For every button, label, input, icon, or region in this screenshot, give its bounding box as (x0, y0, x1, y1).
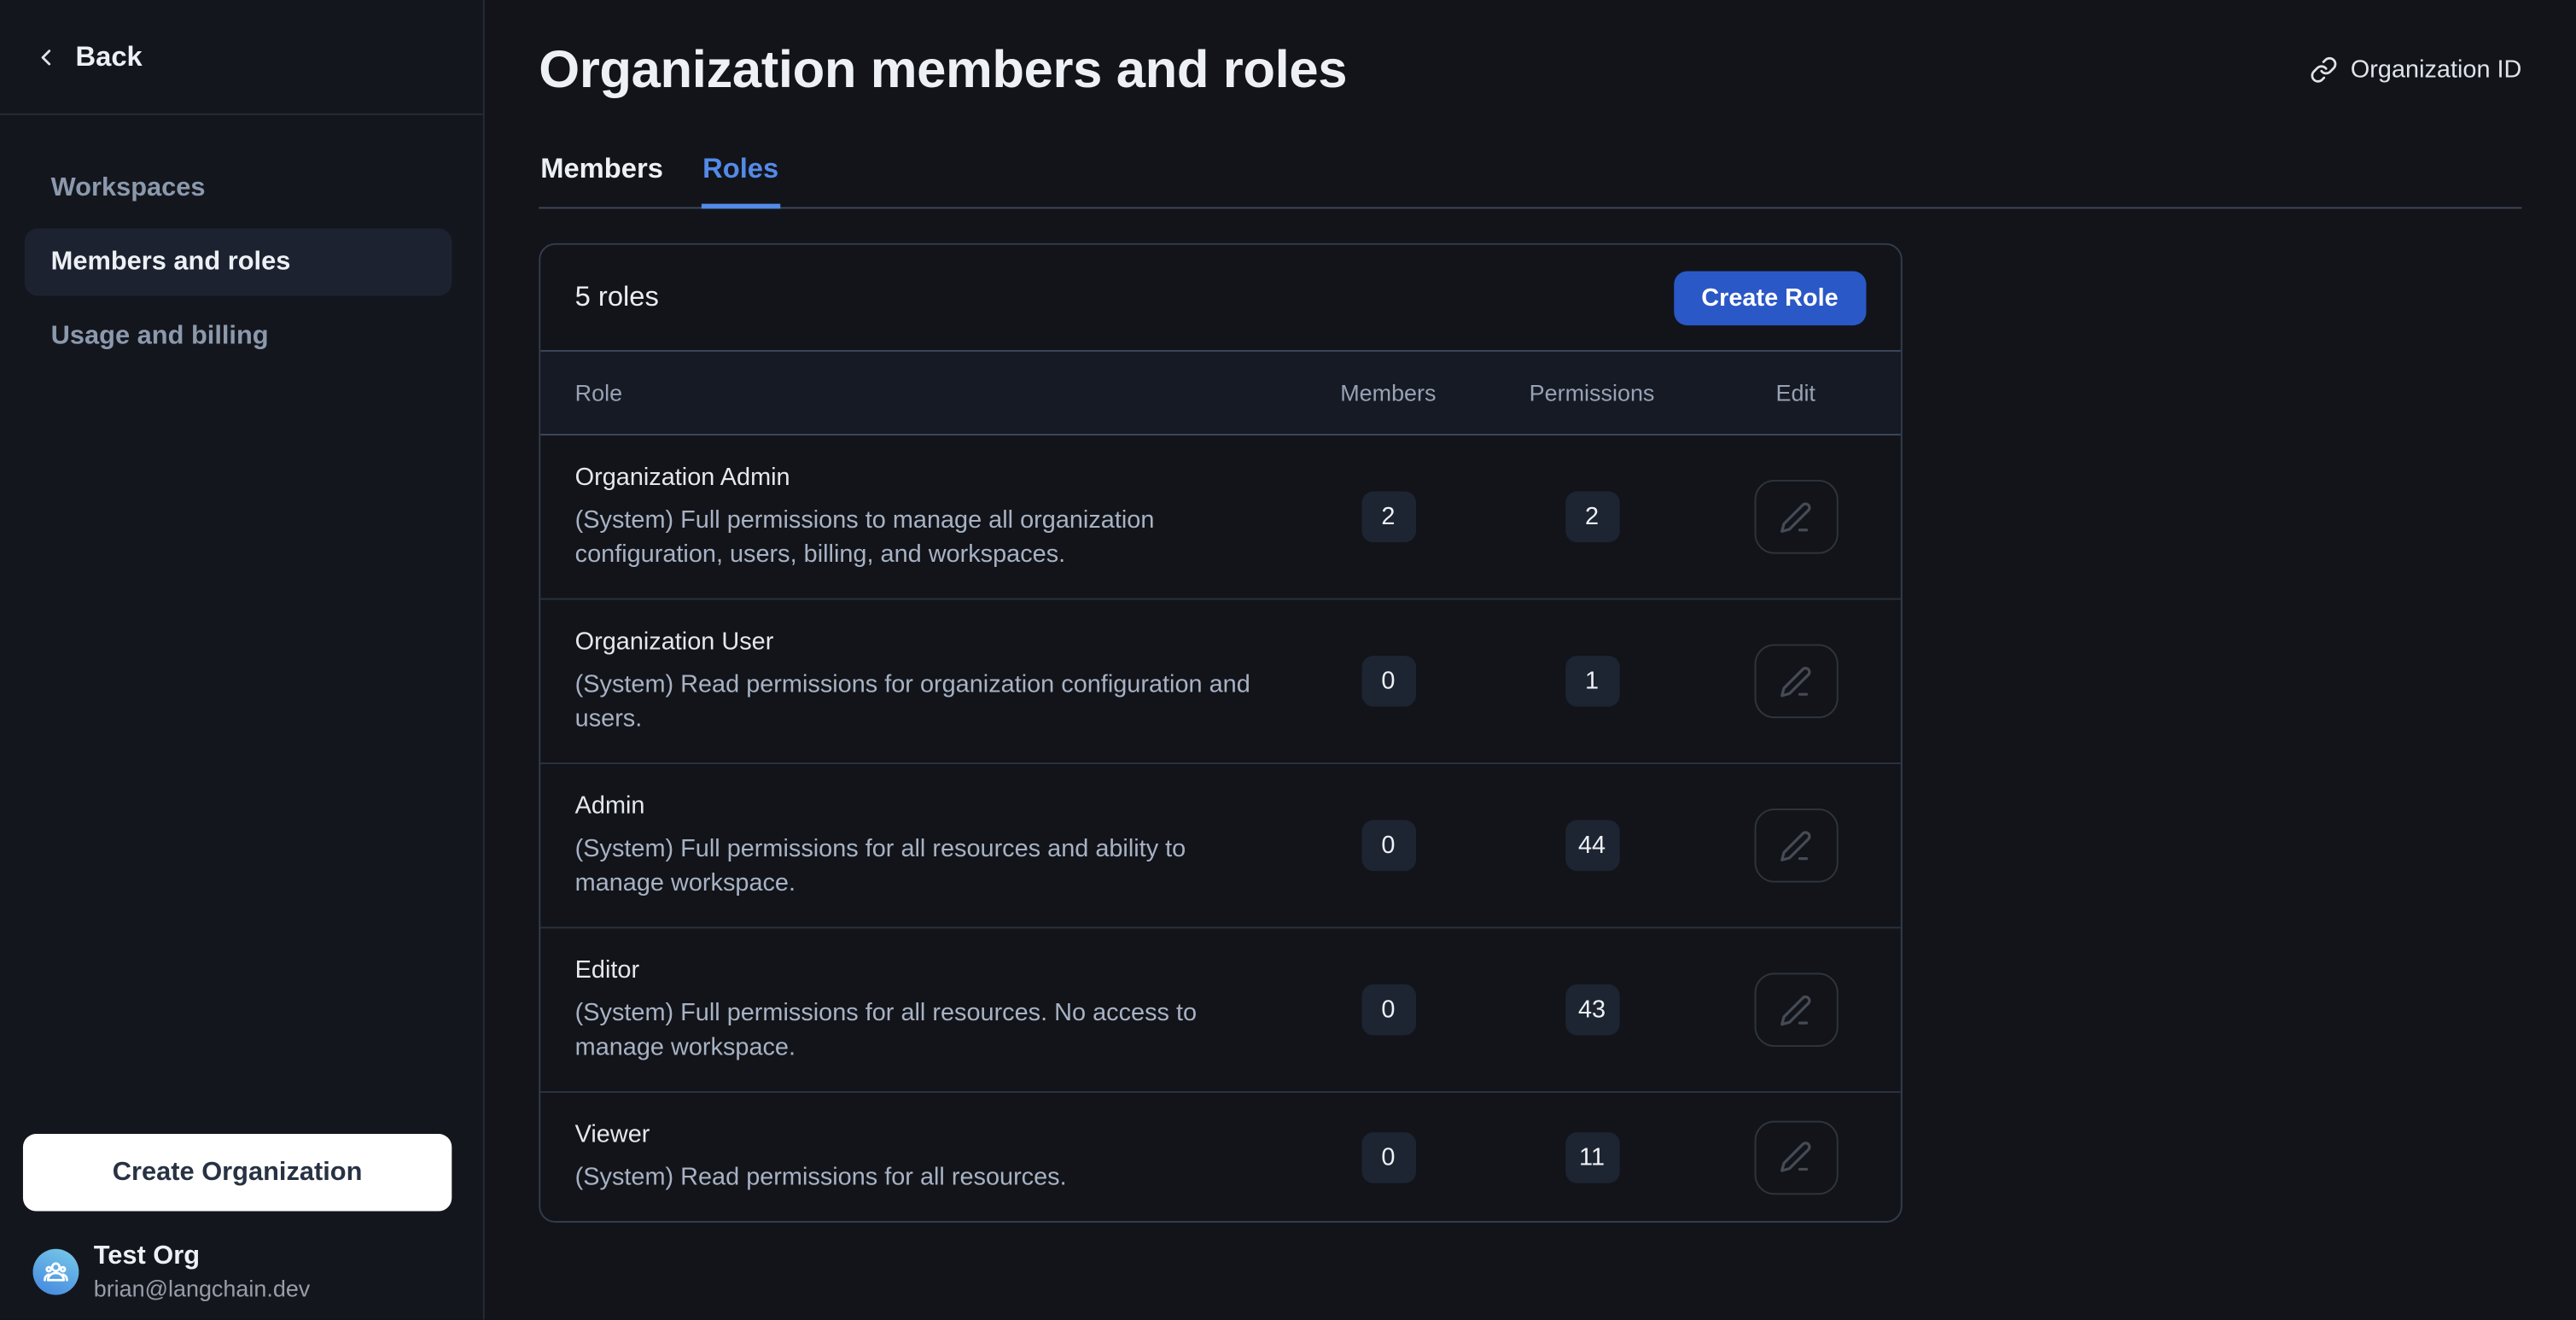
column-header-edit: Edit (1693, 380, 1897, 406)
edit-role-button[interactable] (1754, 809, 1838, 883)
people-group-icon (41, 1257, 71, 1287)
role-description: (System) Read permissions for all resour… (575, 1160, 1265, 1194)
role-description: (System) Full permissions for all resour… (575, 996, 1265, 1065)
org-email: brian@langchain.dev (94, 1274, 311, 1304)
organization-id-label: Organization ID (2351, 55, 2522, 84)
create-role-button[interactable]: Create Role (1674, 271, 1867, 325)
pencil-icon (1779, 665, 1811, 698)
back-button[interactable]: Back (0, 0, 483, 115)
sidebar: Back Workspaces Members and roles Usage … (0, 0, 485, 1320)
permissions-count-badge: 44 (1565, 820, 1619, 871)
sidebar-item-members-and-roles[interactable]: Members and roles (25, 229, 452, 296)
role-cell: Viewer (System) Read permissions for all… (540, 1119, 1286, 1195)
avatar (32, 1249, 79, 1295)
edit-role-button[interactable] (1754, 644, 1838, 718)
chevron-left-icon (32, 44, 59, 70)
members-count-badge: 0 (1361, 984, 1416, 1036)
tab-roles[interactable]: Roles (701, 153, 780, 208)
tab-members[interactable]: Members (539, 153, 665, 208)
tab-bar: Members Roles (539, 153, 2521, 208)
role-description: (System) Full permissions to manage all … (575, 503, 1265, 572)
table-header: Role Members Permissions Edit (540, 350, 1901, 435)
role-cell: Organization User (System) Read permissi… (540, 626, 1286, 736)
link-icon (2310, 55, 2338, 84)
role-description: (System) Full permissions for all resour… (575, 832, 1265, 901)
back-label: Back (76, 40, 143, 73)
role-name: Viewer (575, 1119, 1286, 1152)
org-name: Test Org (94, 1241, 311, 1273)
page-title: Organization members and roles (539, 39, 1347, 100)
org-switcher[interactable]: Test Org brian@langchain.dev (0, 1212, 483, 1320)
edit-role-button[interactable] (1754, 972, 1838, 1047)
roles-panel: 5 roles Create Role Role Members Permiss… (539, 243, 1903, 1223)
members-count-badge: 0 (1361, 1131, 1416, 1183)
pencil-icon (1779, 993, 1811, 1025)
sidebar-item-label: Workspaces (51, 173, 206, 203)
create-organization-button[interactable]: Create Organization (23, 1134, 452, 1211)
pencil-icon (1779, 1141, 1811, 1173)
permissions-count-badge: 11 (1565, 1131, 1619, 1183)
table-row: Admin (System) Full permissions for all … (540, 764, 1901, 928)
organization-id-link[interactable]: Organization ID (2310, 55, 2522, 84)
table-row: Organization Admin (System) Full permiss… (540, 435, 1901, 599)
role-name: Organization User (575, 626, 1286, 658)
column-header-role: Role (540, 380, 1286, 406)
sidebar-item-workspaces[interactable]: Workspaces (25, 155, 452, 222)
column-header-permissions: Permissions (1490, 380, 1694, 406)
column-header-members: Members (1286, 380, 1490, 406)
table-row: Editor (System) Full permissions for all… (540, 928, 1901, 1092)
roles-panel-header: 5 roles Create Role (540, 245, 1901, 350)
permissions-count-badge: 2 (1565, 491, 1619, 542)
permissions-count-badge: 1 (1565, 656, 1619, 707)
edit-role-button[interactable] (1754, 1120, 1838, 1194)
title-row: Organization members and roles Organizat… (539, 39, 2521, 100)
pencil-icon (1779, 829, 1811, 862)
permissions-count-badge: 43 (1565, 984, 1619, 1036)
role-cell: Editor (System) Full permissions for all… (540, 955, 1286, 1065)
members-count-badge: 0 (1361, 656, 1416, 707)
role-cell: Admin (System) Full permissions for all … (540, 791, 1286, 901)
table-row: Viewer (System) Read permissions for all… (540, 1093, 1901, 1221)
role-name: Editor (575, 955, 1286, 987)
org-info: Test Org brian@langchain.dev (94, 1241, 311, 1303)
app: Back Workspaces Members and roles Usage … (0, 0, 2576, 1320)
sidebar-item-usage-and-billing[interactable]: Usage and billing (25, 302, 452, 370)
main-content: Organization members and roles Organizat… (485, 0, 2576, 1320)
roles-count: 5 roles (575, 281, 659, 313)
sidebar-item-label: Members and roles (51, 248, 291, 277)
sidebar-item-label: Usage and billing (51, 321, 269, 351)
role-description: (System) Read permissions for organizati… (575, 667, 1265, 736)
members-count-badge: 2 (1361, 491, 1416, 542)
role-name: Admin (575, 791, 1286, 823)
sidebar-nav: Workspaces Members and roles Usage and b… (0, 115, 483, 370)
pencil-icon (1779, 500, 1811, 533)
table-row: Organization User (System) Read permissi… (540, 600, 1901, 764)
members-count-badge: 0 (1361, 820, 1416, 871)
edit-role-button[interactable] (1754, 480, 1838, 554)
role-name: Organization Admin (575, 462, 1286, 494)
role-cell: Organization Admin (System) Full permiss… (540, 462, 1286, 572)
sidebar-spacer (0, 370, 483, 1134)
